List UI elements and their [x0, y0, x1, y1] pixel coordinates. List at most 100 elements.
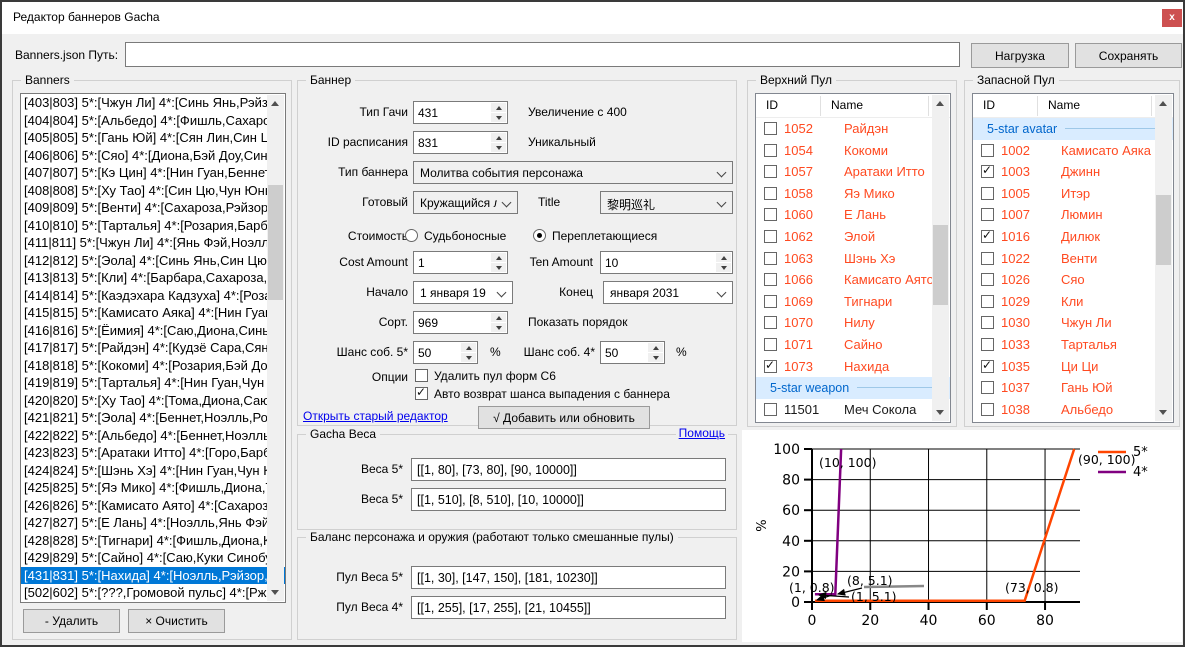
spin-up-icon[interactable]: [716, 253, 731, 262]
row-checkbox[interactable]: [764, 338, 777, 351]
pool-row[interactable]: 1057Аратаки Итто: [756, 161, 950, 183]
scroll-down-icon[interactable]: [1155, 404, 1172, 421]
row-checkbox[interactable]: [981, 403, 994, 416]
row-checkbox[interactable]: [981, 381, 994, 394]
pool-row[interactable]: 1038Альбедо: [973, 399, 1173, 421]
pool-row[interactable]: 1029Кли: [973, 291, 1173, 313]
banner-list-item[interactable]: [424|824] 5*:[Шэнь Хэ] 4*:[Нин Гуан,Чун …: [21, 462, 285, 480]
spin-down-icon[interactable]: [461, 353, 476, 362]
pool-row[interactable]: 1054Кокоми: [756, 140, 950, 162]
pool-row[interactable]: 1052Райдэн: [756, 118, 950, 140]
row-checkbox[interactable]: [764, 230, 777, 243]
spin-down-icon[interactable]: [491, 263, 506, 272]
upper-pool-scrollbar[interactable]: [932, 95, 949, 421]
option2-label[interactable]: Авто возврат шанса выпадения с баннера: [434, 386, 670, 403]
row-checkbox[interactable]: [981, 338, 994, 351]
spin-down-icon[interactable]: [716, 263, 731, 272]
row-checkbox[interactable]: [981, 187, 994, 200]
cost-option-fate[interactable]: Судьбоносные: [424, 225, 506, 247]
pool-row[interactable]: 1016Дилюк: [973, 226, 1173, 248]
pool-row[interactable]: 1022Венти: [973, 248, 1173, 270]
banner-list-item[interactable]: [405|805] 5*:[Гань Юй] 4*:[Сян Лин,Син Ц: [21, 129, 285, 147]
banner-list-item[interactable]: [403|803] 5*:[Чжун Ли] 4*:[Синь Янь,Рэйз…: [21, 94, 285, 112]
pool-row[interactable]: 1005Итэр: [973, 183, 1173, 205]
scroll-thumb[interactable]: [268, 185, 283, 300]
col-id[interactable]: ID: [983, 98, 995, 112]
row-checkbox[interactable]: [764, 165, 777, 178]
cost-amount-input[interactable]: 1: [413, 251, 508, 274]
row-checkbox[interactable]: [764, 187, 777, 200]
fallback-pool-header[interactable]: ID Name: [973, 94, 1173, 118]
pool-row[interactable]: 1069Тигнари: [756, 291, 950, 313]
scroll-up-icon[interactable]: [267, 95, 284, 112]
upper-pool-table[interactable]: ID Name 1052Райдэн1054Кокоми1057Аратаки …: [755, 93, 951, 423]
scroll-thumb[interactable]: [1156, 195, 1171, 265]
pool-row[interactable]: 1062Элой: [756, 226, 950, 248]
save-button[interactable]: Сохранять: [1075, 43, 1182, 68]
col-name[interactable]: Name: [1048, 98, 1080, 112]
pool-row[interactable]: 1037Гань Юй: [973, 377, 1173, 399]
prefab-select[interactable]: Кружащийся л: [413, 191, 518, 214]
row-checkbox[interactable]: [981, 252, 994, 265]
chance5-input[interactable]: 50: [413, 341, 478, 364]
spin-down-icon[interactable]: [491, 323, 506, 332]
cost-option-intertwined[interactable]: Переплетающиеся: [552, 225, 657, 247]
banner-list-item[interactable]: [415|815] 5*:[Камисато Аяка] 4*:[Нин Гуа…: [21, 304, 285, 322]
banner-type-select[interactable]: Молитва события персонажа: [413, 161, 733, 184]
banner-list-item[interactable]: [422|822] 5*:[Альбедо] 4*:[Беннет,Ноэлль…: [21, 427, 285, 445]
scroll-down-icon[interactable]: [932, 404, 949, 421]
schedule-id-input[interactable]: 831: [413, 131, 508, 154]
banner-list-item[interactable]: [426|826] 5*:[Камисато Аято] 4*:[Сахароз…: [21, 497, 285, 515]
spin-up-icon[interactable]: [491, 313, 506, 322]
col-id[interactable]: ID: [766, 98, 778, 112]
close-button[interactable]: x: [1162, 9, 1182, 27]
row-checkbox[interactable]: [764, 208, 777, 221]
banner-list-item[interactable]: [428|828] 5*:[Тигнари] 4*:[Фишль,Диона,К: [21, 532, 285, 550]
load-button[interactable]: Нагрузка: [971, 43, 1069, 68]
banner-list-item[interactable]: [406|806] 5*:[Сяо] 4*:[Диона,Бэй Доу,Син: [21, 147, 285, 165]
pool-row[interactable]: 1060Е Лань: [756, 204, 950, 226]
pool-weights4-input[interactable]: [411, 596, 726, 619]
spin-up-icon[interactable]: [491, 253, 506, 262]
scroll-up-icon[interactable]: [932, 95, 949, 112]
row-checkbox[interactable]: [764, 403, 777, 416]
row-checkbox[interactable]: [981, 165, 994, 178]
banner-list-item[interactable]: [419|819] 5*:[Тарталья] 4*:[Нин Гуан,Чун…: [21, 374, 285, 392]
pool-row[interactable]: 1030Чжун Ли: [973, 312, 1173, 334]
help-link[interactable]: Помощь: [676, 426, 728, 440]
fallback-pool-scrollbar[interactable]: [1155, 95, 1172, 421]
fallback-pool-table[interactable]: ID Name 5-star avatar1002Камисато Аяка10…: [972, 93, 1174, 423]
scroll-down-icon[interactable]: [267, 584, 284, 601]
row-checkbox[interactable]: [764, 122, 777, 135]
col-name[interactable]: Name: [831, 98, 863, 112]
option2-checkbox[interactable]: [415, 387, 428, 400]
option1-checkbox[interactable]: [415, 369, 428, 382]
row-checkbox[interactable]: [764, 273, 777, 286]
banner-list-item[interactable]: [417|817] 5*:[Райдэн] 4*:[Кудзё Сара,Сян…: [21, 339, 285, 357]
title-select[interactable]: 黎明巡礼: [600, 191, 733, 214]
banner-list-item[interactable]: [420|820] 5*:[Ху Тао] 4*:[Тома,Диона,Саю…: [21, 392, 285, 410]
banner-list-item[interactable]: [404|804] 5*:[Альбедо] 4*:[Фишль,Сахароз: [21, 112, 285, 130]
banner-list-item[interactable]: [423|823] 5*:[Аратаки Итто] 4*:[Горо,Бар…: [21, 444, 285, 462]
weights5-input[interactable]: [411, 458, 726, 481]
pool-row[interactable]: 1002Камисато Аяка: [973, 140, 1173, 162]
spin-down-icon[interactable]: [648, 353, 663, 362]
gacha-type-input[interactable]: 431: [413, 101, 508, 124]
banner-list-item[interactable]: [425|825] 5*:[Яэ Мико] 4*:[Фишль,Диона,Т: [21, 479, 285, 497]
chance4-input[interactable]: 50: [600, 341, 665, 364]
banner-list-item[interactable]: [502|602] 5*:[???,Громовой пульс] 4*:[Рж…: [21, 584, 285, 602]
pool-row[interactable]: 1003Джинн: [973, 161, 1173, 183]
ten-amount-input[interactable]: 10: [600, 251, 733, 274]
row-checkbox[interactable]: [764, 252, 777, 265]
spin-up-icon[interactable]: [491, 133, 506, 142]
pool-row[interactable]: 1026Сяо: [973, 269, 1173, 291]
pool-row[interactable]: 1073Нахида: [756, 356, 950, 378]
pool-row[interactable]: 1033Тарталья: [973, 334, 1173, 356]
pool-row[interactable]: 1007Люмин: [973, 204, 1173, 226]
spin-up-icon[interactable]: [648, 343, 663, 352]
scroll-up-icon[interactable]: [1155, 95, 1172, 112]
banner-list-item[interactable]: [410|810] 5*:[Тарталья] 4*:[Розария,Барб…: [21, 217, 285, 235]
old-editor-link[interactable]: Открыть старый редактор: [303, 409, 448, 423]
start-date-select[interactable]: 1 января 19: [413, 281, 513, 304]
row-checkbox[interactable]: [981, 295, 994, 308]
